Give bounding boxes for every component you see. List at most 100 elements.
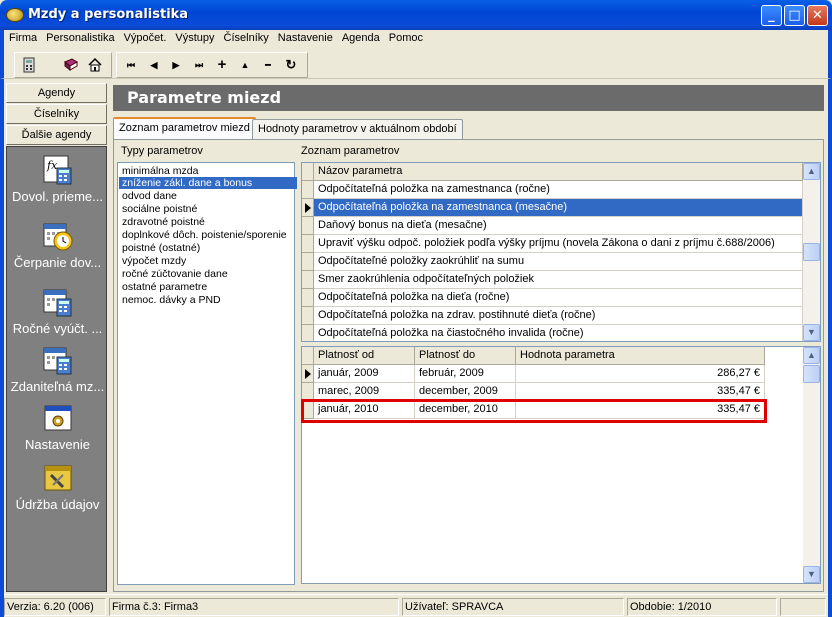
scroll-thumb[interactable] — [803, 365, 820, 383]
sidebar-tab-dalsie-agendy[interactable]: Ďalšie agendy — [6, 125, 107, 145]
first-record-icon[interactable]: ⏮ — [123, 57, 139, 73]
list-item[interactable]: ostatné parametre — [121, 281, 208, 293]
toolbar-group-main — [14, 52, 112, 78]
sidebar-item-udrzba-udajov[interactable]: Údržba údajov — [7, 463, 106, 512]
menu-ciselniky[interactable]: Číselníky — [219, 30, 273, 44]
sidebar-item-nastavenie[interactable]: Nastavenie — [7, 403, 106, 452]
table-row[interactable]: Smer zaokrúhlenia odpočítateľných položi… — [314, 271, 803, 289]
list-item[interactable]: doplnkové dôch. poistenie/sporenie — [121, 229, 288, 241]
status-company: Firma č.3: Firma3 — [109, 598, 399, 616]
maximize-button[interactable]: □ — [784, 5, 805, 26]
column-header-nazov[interactable]: Názov parametra — [314, 163, 803, 181]
toolbar: ⏮ ◀ ▶ ⏭ + ▲ ━ ↻ — [0, 49, 832, 79]
column-header-platnost-do[interactable]: Platnosť do — [415, 347, 516, 365]
scroll-thumb[interactable] — [803, 243, 820, 261]
list-item[interactable]: nemoc. dávky a PND — [121, 294, 222, 306]
status-extra — [780, 598, 826, 616]
table-row[interactable]: Odpočítateľná položka na zamestnanca (ro… — [314, 181, 803, 199]
last-record-icon[interactable]: ⏭ — [191, 57, 207, 73]
close-button[interactable]: ✕ — [807, 5, 828, 26]
cell-value: 286,27 € — [516, 365, 765, 383]
calendar-calc-icon — [43, 345, 73, 375]
title-bar[interactable]: Mzdy a personalistika _ □ ✕ — [0, 0, 832, 30]
sidebar-tab-ciselniky[interactable]: Číselníky — [6, 104, 107, 124]
tab-hodnoty-parametrov[interactable]: Hodnoty parametrov v aktuálnom období — [252, 119, 463, 139]
menu-vypocet[interactable]: Výpočet. — [119, 30, 171, 44]
sidebar-item-zdanitelna-mzda[interactable]: Zdaniteľná mz... — [7, 345, 106, 394]
row-indicator — [302, 217, 314, 235]
sidebar-item-label: Nastavenie — [24, 437, 91, 452]
row-indicator-header — [302, 347, 314, 365]
add-record-icon[interactable]: + — [214, 57, 230, 73]
status-period: Obdobie: 1/2010 — [627, 598, 777, 616]
table-row[interactable]: január, 2009 február, 2009 286,27 € — [314, 365, 765, 383]
row-indicator-header — [302, 163, 314, 181]
values-scrollbar[interactable]: ▲ ▼ — [803, 347, 820, 583]
toolbar-group-navigation: ⏮ ◀ ▶ ⏭ + ▲ ━ ↻ — [116, 52, 308, 78]
list-item[interactable]: poistné (ostatné) — [121, 242, 201, 254]
row-indicator — [302, 235, 314, 253]
menu-pomoc[interactable]: Pomoc — [384, 30, 427, 44]
sidebar: Agendy Číselníky Ďalšie agendy fx Dovol.… — [4, 82, 107, 592]
book-icon[interactable] — [63, 57, 79, 73]
sidebar-item-dovolenkovy-priemer[interactable]: fx Dovol. prieme... — [7, 155, 106, 204]
table-row[interactable]: Upraviť výšku odpoč. položiek podľa výšk… — [314, 235, 803, 253]
maintenance-icon — [43, 463, 73, 493]
table-row[interactable]: Odpočítateľné položky zaokrúhliť na sumu — [314, 253, 803, 271]
status-user: Užívateľ: SPRAVCA — [402, 598, 624, 616]
sidebar-item-label: Čerpanie dov... — [13, 255, 102, 270]
scroll-down-icon[interactable]: ▼ — [803, 324, 820, 341]
home-icon[interactable] — [87, 57, 103, 73]
menu-nastavenie[interactable]: Nastavenie — [273, 30, 337, 44]
types-list[interactable]: minimálna mzda zníženie zákl. dane a bon… — [117, 162, 297, 585]
calculator-icon[interactable] — [21, 57, 37, 73]
cell-param-name: Upraviť výšku odpoč. položiek podľa výšk… — [314, 235, 803, 253]
delete-record-icon[interactable]: ━ — [260, 57, 276, 73]
column-header-platnost-od[interactable]: Platnosť od — [314, 347, 415, 365]
values-grid: Platnosť od Platnosť do Hodnota parametr… — [301, 346, 821, 584]
table-row[interactable]: Odpočítateľná položka na čiastočného inv… — [314, 325, 803, 341]
row-indicator-current — [302, 199, 314, 217]
sidebar-tab-agendy[interactable]: Agendy — [6, 83, 107, 103]
list-item[interactable]: sociálne poistné — [121, 203, 198, 215]
sidebar-item-rocne-vyuctovanie[interactable]: Ročné vyúčt. ... — [7, 287, 106, 336]
table-row[interactable]: Odpočítateľná položka na dieťa (ročne) — [314, 289, 803, 307]
window-frame-right — [828, 79, 832, 617]
page-title: Parametre miezd — [113, 85, 824, 111]
current-row-arrow-icon — [305, 203, 311, 213]
app-icon[interactable] — [6, 8, 24, 22]
menu-firma[interactable]: Firma — [4, 30, 41, 44]
minimize-button[interactable]: _ — [761, 5, 782, 26]
sidebar-item-label: Zdaniteľná mz... — [10, 379, 105, 394]
row-indicator — [302, 307, 314, 325]
next-record-icon[interactable]: ▶ — [168, 57, 184, 73]
scroll-up-icon[interactable]: ▲ — [803, 163, 820, 180]
menu-personalistika[interactable]: Personalistika — [41, 30, 118, 44]
list-item-selected[interactable]: zníženie zákl. dane a bonus — [119, 177, 297, 189]
cell-param-name: Odpočítateľná položka na čiastočného inv… — [314, 325, 803, 341]
list-item[interactable]: výpočet mzdy — [121, 255, 187, 267]
list-item[interactable]: ročné zúčtovanie dane — [121, 268, 229, 280]
column-header-hodnota[interactable]: Hodnota parametra — [516, 347, 765, 365]
scroll-down-icon[interactable]: ▼ — [803, 566, 820, 583]
table-row[interactable]: Daňový bonus na dieťa (mesačne) — [314, 217, 803, 235]
sidebar-item-cerpanie-dovolenky[interactable]: Čerpanie dov... — [7, 221, 106, 270]
table-row-selected[interactable]: Odpočítateľná položka na zamestnanca (me… — [314, 199, 803, 217]
calendar-clock-icon — [43, 221, 73, 251]
prev-record-icon[interactable]: ◀ — [146, 57, 162, 73]
menu-vystupy[interactable]: Výstupy — [170, 30, 218, 44]
menu-agenda[interactable]: Agenda — [337, 30, 384, 44]
table-row[interactable]: Odpočítateľná položka na zdrav. postihnu… — [314, 307, 803, 325]
cell-param-name: Smer zaokrúhlenia odpočítateľných položi… — [314, 271, 803, 289]
params-scrollbar[interactable]: ▲ ▼ — [803, 163, 820, 341]
tab-zoznam-parametrov[interactable]: Zoznam parametrov miezd — [113, 117, 256, 140]
params-label: Zoznam parametrov — [301, 145, 400, 157]
calendar-calc-icon — [43, 287, 73, 317]
cell-param-name: Odpočítateľná položka na zamestnanca (me… — [314, 199, 803, 217]
list-item[interactable]: minimálna mzda — [121, 165, 199, 177]
list-item[interactable]: odvod dane — [121, 190, 178, 202]
refresh-icon[interactable]: ↻ — [283, 57, 299, 73]
scroll-up-icon[interactable]: ▲ — [803, 347, 820, 364]
up-icon[interactable]: ▲ — [237, 57, 253, 73]
list-item[interactable]: zdravotné poistné — [121, 216, 206, 228]
